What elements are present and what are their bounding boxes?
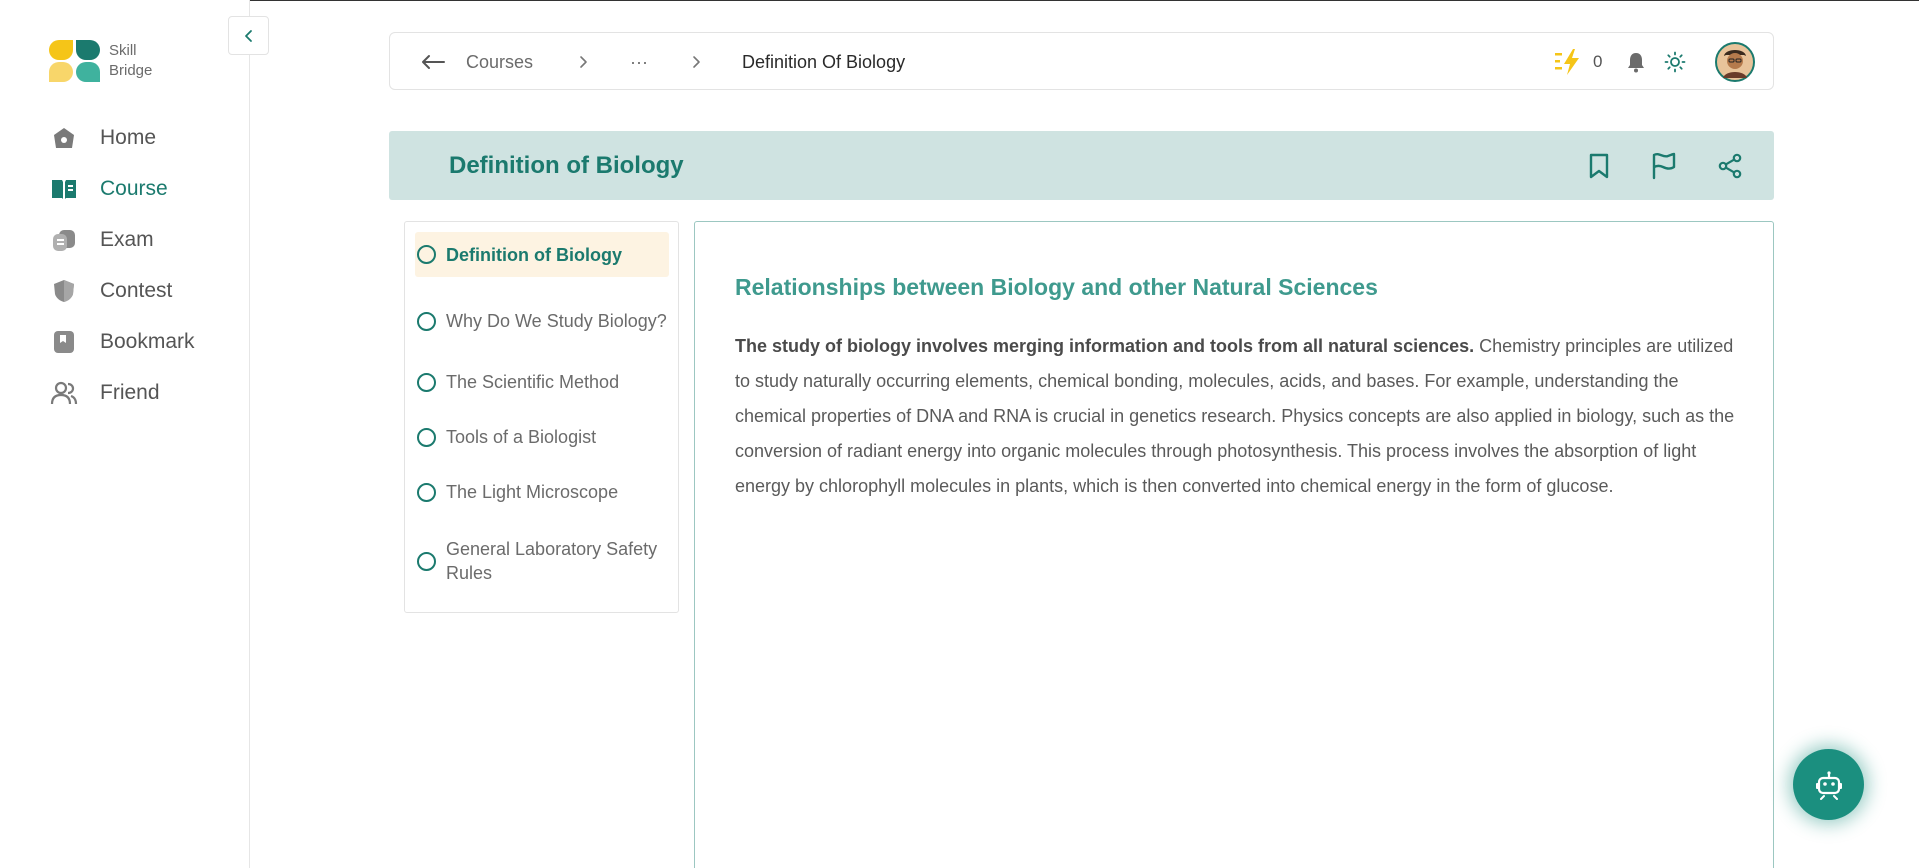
share-icon: [1718, 153, 1742, 179]
content-lead-sentence: The study of biology involves merging in…: [735, 336, 1475, 356]
collapse-sidebar-button[interactable]: [228, 16, 269, 55]
lesson-item-lab-safety-rules[interactable]: General Laboratory Safety Rules: [415, 534, 669, 588]
avatar[interactable]: [1715, 33, 1755, 91]
lesson-item-light-microscope[interactable]: The Light Microscope: [415, 477, 669, 507]
logo-mark-icon: [49, 40, 101, 82]
lesson-status-circle-icon: [417, 245, 436, 264]
app-logo[interactable]: Skill Bridge: [49, 40, 152, 82]
breadcrumb-separator-icon: [691, 33, 701, 91]
sidebar-item-label: Friend: [100, 380, 160, 404]
sidebar-nav: Home Course Exam Contest Bookmark Friend: [50, 112, 195, 418]
bookmark-lesson-button[interactable]: [1582, 149, 1616, 183]
logo-line-1: Skill: [109, 42, 137, 59]
logo-text: Skill Bridge: [109, 41, 152, 81]
flag-icon: [1652, 152, 1676, 180]
sidebar-item-course[interactable]: Course: [50, 163, 195, 214]
sun-icon: [1664, 51, 1686, 73]
chevron-left-icon: [244, 29, 252, 42]
breadcrumb-separator-icon: [578, 33, 588, 91]
lesson-content: Relationships between Biology and other …: [694, 221, 1774, 868]
notifications-button[interactable]: [1624, 33, 1648, 91]
lesson-item-scientific-method[interactable]: The Scientific Method: [415, 367, 669, 397]
lesson-item-label: Why Do We Study Biology?: [446, 311, 667, 331]
share-button[interactable]: [1713, 149, 1747, 183]
arrow-left-icon: [422, 55, 445, 69]
lesson-status-circle-icon: [417, 427, 436, 447]
home-icon: [50, 124, 78, 152]
back-button[interactable]: [420, 33, 446, 91]
energy-indicator[interactable]: 0: [1553, 33, 1602, 91]
lesson-item-label: Definition of Biology: [446, 244, 622, 265]
breadcrumb-current: Definition Of Biology: [742, 51, 906, 72]
bookmark-icon: [1589, 153, 1609, 179]
sidebar-item-home[interactable]: Home: [50, 112, 195, 163]
bookmark-icon: [50, 328, 78, 356]
sidebar-item-label: Exam: [100, 227, 154, 251]
content-heading: Relationships between Biology and other …: [735, 274, 1378, 300]
sidebar-item-label: Course: [100, 176, 168, 200]
sidebar-item-label: Home: [100, 125, 157, 149]
logo-line-2: Bridge: [109, 62, 153, 79]
lesson-item-label: The Light Microscope: [446, 482, 619, 502]
book-open-icon: [50, 175, 78, 203]
theme-toggle-button[interactable]: [1664, 33, 1686, 91]
energy-count: 0: [1593, 52, 1603, 71]
lesson-item-tools-of-biologist[interactable]: Tools of a Biologist: [415, 422, 669, 452]
window-top-border: [0, 0, 1919, 1]
lesson-title-band: Definition of Biology: [389, 131, 1774, 200]
report-flag-button[interactable]: [1647, 149, 1681, 183]
sidebar-item-label: Bookmark: [100, 329, 195, 353]
content-paragraph: The study of biology involves merging in…: [735, 329, 1735, 504]
sidebar-item-exam[interactable]: Exam: [50, 214, 195, 265]
content-body-text: Chemistry principles are utilized to stu…: [735, 336, 1735, 496]
lesson-item-label: General Laboratory Safety Rules: [446, 539, 658, 583]
lesson-status-circle-icon: [417, 311, 436, 331]
lightning-icon: [1555, 49, 1579, 75]
sidebar-item-contest[interactable]: Contest: [50, 265, 195, 316]
ai-assistant-button[interactable]: [1793, 749, 1864, 820]
lesson-status-circle-icon: [417, 372, 436, 392]
sidebar-item-friend[interactable]: Friend: [50, 367, 195, 418]
sidebar: Skill Bridge Home Course Exam Contest Bo…: [0, 0, 269, 868]
exam-icon: [50, 226, 78, 254]
sidebar-item-bookmark[interactable]: Bookmark: [50, 316, 195, 367]
lesson-status-circle-icon: [417, 551, 436, 571]
friends-icon: [50, 379, 78, 407]
bell-icon: [1628, 53, 1644, 73]
sidebar-item-label: Contest: [100, 278, 173, 302]
lesson-item-definition-of-biology[interactable]: Definition of Biology: [415, 232, 669, 277]
lesson-list: Definition of Biology Why Do We Study Bi…: [404, 221, 679, 613]
lesson-item-label: Tools of a Biologist: [446, 427, 597, 447]
breadcrumb-ellipsis[interactable]: ···: [630, 33, 648, 91]
breadcrumb-courses[interactable]: Courses: [466, 33, 533, 91]
top-header: Courses ··· Definition Of Biology 0: [389, 32, 1774, 90]
lesson-item-why-study-biology[interactable]: Why Do We Study Biology?: [415, 294, 669, 348]
lesson-title: Definition of Biology: [449, 151, 684, 179]
robot-icon: [1815, 770, 1842, 800]
lesson-status-circle-icon: [417, 482, 436, 502]
contest-shield-icon: [50, 277, 78, 305]
lesson-item-label: The Scientific Method: [446, 372, 620, 392]
